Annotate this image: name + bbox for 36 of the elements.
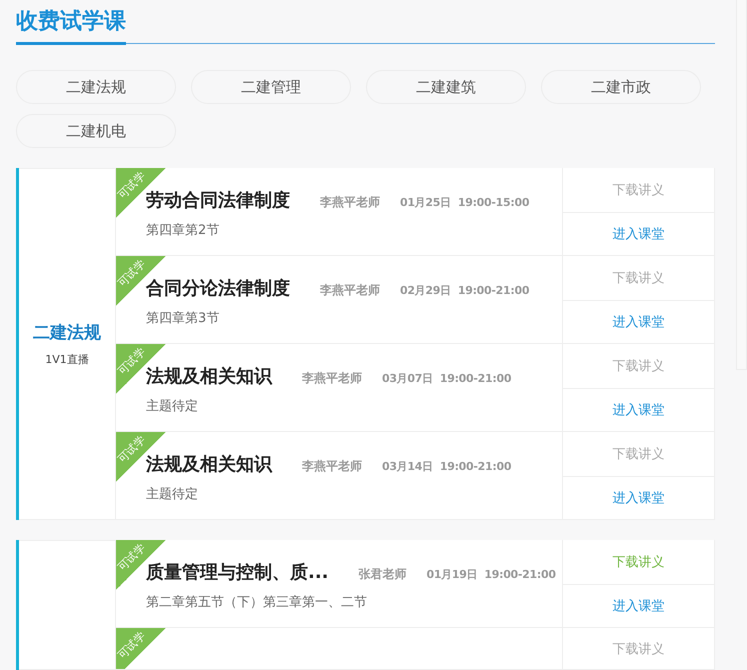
lesson-title: 法规及相关知识 xyxy=(146,365,272,388)
trial-ribbon-text: 可试学 xyxy=(116,540,148,574)
lesson-title: 质量管理与控制、质... xyxy=(146,561,329,584)
chapter-text: 第四章第2节 xyxy=(146,222,220,239)
teacher-name: 李燕平老师 xyxy=(320,282,380,299)
lesson-title: 合同分论法律制度 xyxy=(146,277,290,300)
teacher-name: 李燕平老师 xyxy=(302,458,362,475)
lesson-time: 02月29日 19:00-21:00 xyxy=(400,283,530,298)
lesson-time: 01月25日 19:00-15:00 xyxy=(400,195,530,210)
category-tab[interactable]: 二建建筑 xyxy=(366,70,526,104)
course-mode: 1V1直播 xyxy=(45,352,89,367)
chapter-text: 第二章第五节（下）第三章第一、二节 xyxy=(146,594,368,611)
enter-class-link[interactable]: 进入课堂 xyxy=(563,300,714,343)
chapter-text: 第四章第3节 xyxy=(146,310,220,327)
enter-class-link[interactable]: 进入课堂 xyxy=(563,212,714,255)
teacher-name: 李燕平老师 xyxy=(320,194,380,211)
section-title: 收费试学课 xyxy=(16,6,126,45)
chapter-text: 主题待定 xyxy=(146,398,199,415)
enter-class-link[interactable]: 进入课堂 xyxy=(563,388,714,431)
category-tab[interactable]: 二建管理 xyxy=(191,70,351,104)
trial-ribbon-text: 可试学 xyxy=(116,628,148,662)
subject-name: 二建法规 xyxy=(33,322,101,344)
enter-class-link[interactable]: 进入课堂 xyxy=(563,476,714,519)
teacher-name: 李燕平老师 xyxy=(302,370,362,387)
category-tab[interactable]: 二建法规 xyxy=(16,70,176,104)
lesson-time: 03月07日 19:00-21:00 xyxy=(382,371,512,386)
chapter-text: 主题待定 xyxy=(146,486,199,503)
lesson-title: 劳动合同法律制度 xyxy=(146,189,290,212)
lesson-time: 01月19日 19:00-21:00 xyxy=(426,567,556,582)
enter-class-link[interactable]: 进入课堂 xyxy=(563,584,714,627)
lesson-time: 03月14日 19:00-21:00 xyxy=(382,459,512,474)
download-notes-link[interactable]: 下载讲义 xyxy=(563,540,714,584)
teacher-name: 张君老师 xyxy=(358,566,407,583)
category-tab[interactable]: 二建市政 xyxy=(541,70,701,104)
category-tab[interactable]: 二建机电 xyxy=(16,114,176,148)
lesson-title: 法规及相关知识 xyxy=(146,453,272,476)
